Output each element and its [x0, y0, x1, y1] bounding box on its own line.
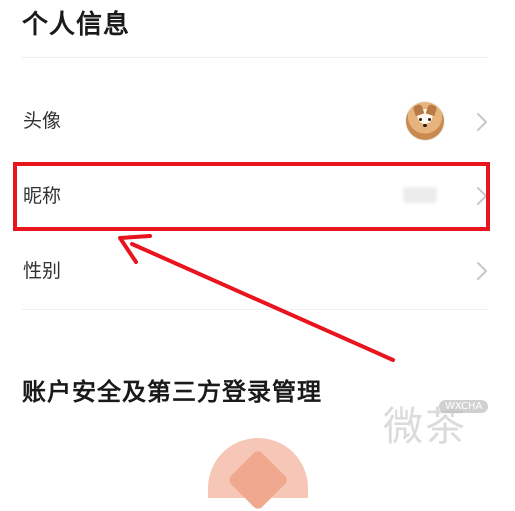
row-label-gender: 性别 — [23, 260, 62, 282]
watermark-logo: 微茶 WXCHA — [383, 394, 503, 454]
row-gender[interactable]: 性别 — [0, 236, 515, 306]
row-label-avatar: 头像 — [23, 110, 62, 132]
partial-app-icon — [208, 438, 308, 498]
section-title-account-security: 账户安全及第三方登录管理 — [22, 378, 322, 406]
avatar[interactable] — [406, 102, 444, 140]
watermark-badge: WXCHA — [439, 400, 489, 413]
highlight-box — [13, 162, 490, 231]
divider — [22, 309, 488, 310]
section-title-personal-info: 个人信息 — [22, 10, 131, 40]
chevron-right-icon — [477, 262, 487, 280]
chevron-right-icon — [477, 113, 487, 131]
divider — [22, 57, 488, 58]
